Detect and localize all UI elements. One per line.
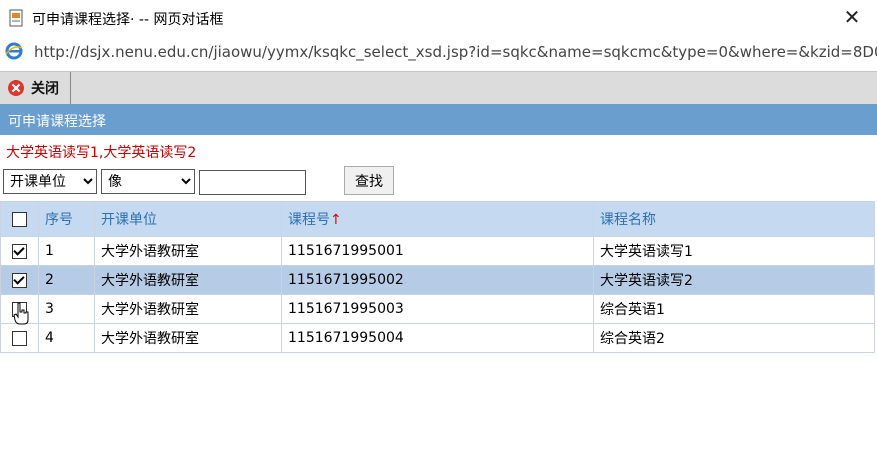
row-name: 大学英语读写1 bbox=[593, 236, 875, 266]
hand-cursor-icon bbox=[13, 302, 29, 325]
title-bar: 可申请课程选择· -- 网页对话框 ✕ bbox=[0, 0, 877, 36]
row-code: 1151671995001 bbox=[281, 236, 594, 266]
row-check-cell bbox=[0, 265, 39, 295]
table-row[interactable]: 1 大学外语教研室 1151671995001 大学英语读写1 bbox=[0, 236, 875, 266]
close-icon bbox=[8, 80, 24, 96]
row-seq: 2 bbox=[38, 265, 95, 295]
row-checkbox[interactable] bbox=[12, 243, 27, 259]
header-name[interactable]: 课程名称 bbox=[593, 201, 875, 237]
sort-asc-icon: ↑ bbox=[330, 212, 342, 228]
window-close-button[interactable]: ✕ bbox=[842, 6, 862, 28]
row-name: 综合英语1 bbox=[593, 294, 875, 324]
address-bar: http://dsjx.nenu.edu.cn/jiaowu/yymx/ksqk… bbox=[0, 36, 877, 70]
window-title: 可申请课程选择· -- 网页对话框 bbox=[32, 12, 224, 28]
table-row[interactable]: 4 大学外语教研室 1151671995004 综合英语2 bbox=[0, 323, 875, 353]
row-checkbox[interactable] bbox=[12, 330, 27, 346]
table-row[interactable]: 2 大学外语教研室 1151671995002 大学英语读写2 bbox=[0, 265, 875, 295]
filter-field-select[interactable]: 开课单位 bbox=[3, 169, 97, 194]
header-code[interactable]: 课程号↑ bbox=[281, 201, 594, 237]
row-checkbox[interactable] bbox=[12, 272, 27, 288]
row-unit: 大学外语教研室 bbox=[94, 236, 282, 266]
row-seq: 4 bbox=[38, 323, 95, 353]
header-seq: 序号 bbox=[38, 201, 95, 237]
row-code: 1151671995002 bbox=[281, 265, 594, 295]
table-header-row: 序号 开课单位 课程号↑ 课程名称 bbox=[0, 201, 875, 237]
row-seq: 3 bbox=[38, 294, 95, 324]
ie-icon bbox=[5, 42, 23, 60]
filter-value-input[interactable] bbox=[199, 170, 306, 195]
row-check-cell bbox=[0, 323, 39, 353]
section-header: 可申请课程选择 bbox=[0, 104, 877, 135]
document-icon bbox=[9, 9, 23, 27]
close-button[interactable]: 关闭 bbox=[0, 72, 71, 104]
header-code-label: 课程号 bbox=[288, 212, 330, 228]
row-code: 1151671995004 bbox=[281, 323, 594, 353]
close-button-label: 关闭 bbox=[31, 81, 59, 97]
select-all-cell bbox=[0, 201, 39, 237]
row-code: 1151671995003 bbox=[281, 294, 594, 324]
course-table: 序号 开课单位 课程号↑ 课程名称 1 大学外语教研室 115167199500… bbox=[0, 201, 875, 353]
url-text: http://dsjx.nenu.edu.cn/jiaowu/yymx/ksqk… bbox=[34, 43, 877, 61]
header-unit[interactable]: 开课单位 bbox=[94, 201, 282, 237]
row-unit: 大学外语教研室 bbox=[94, 294, 282, 324]
filter-operator-select[interactable]: 像 bbox=[101, 169, 195, 194]
row-check-cell bbox=[0, 236, 39, 266]
selected-courses-summary: 大学英语读写1,大学英语读写2 bbox=[6, 145, 197, 161]
table-row[interactable]: 3 大学外语教研室 1151671995003 综合英语1 bbox=[0, 294, 875, 324]
row-name: 大学英语读写2 bbox=[593, 265, 875, 295]
row-unit: 大学外语教研室 bbox=[94, 265, 282, 295]
section-title: 可申请课程选择 bbox=[8, 114, 106, 130]
toolbar: 关闭 bbox=[0, 71, 877, 105]
select-all-checkbox[interactable] bbox=[12, 211, 27, 227]
row-name: 综合英语2 bbox=[593, 323, 875, 353]
search-button[interactable]: 查找 bbox=[344, 166, 394, 195]
row-unit: 大学外语教研室 bbox=[94, 323, 282, 353]
row-seq: 1 bbox=[38, 236, 95, 266]
